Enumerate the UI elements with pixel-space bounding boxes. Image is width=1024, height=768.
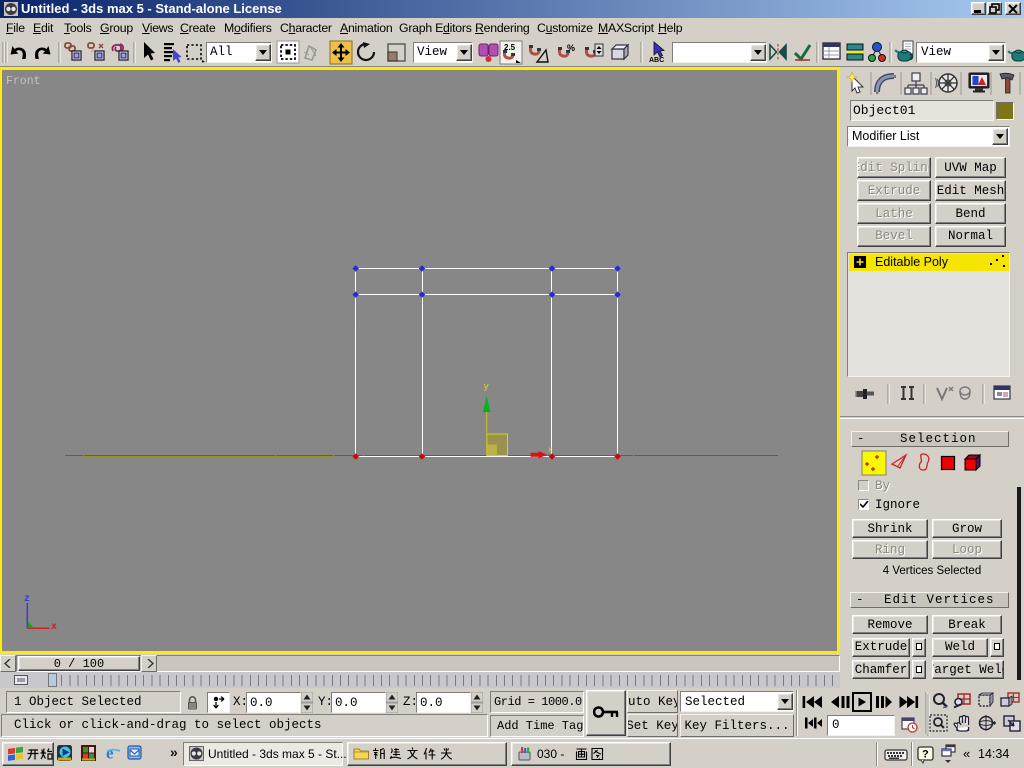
svg-text:x: x [51,622,57,633]
svg-text:y: y [484,382,490,392]
svg-text:z: z [24,594,30,605]
svg-text:%: % [567,43,575,53]
svg-text:?: ? [922,749,929,761]
svg-text:ABC: ABC [649,57,664,64]
svg-text:e: e [106,745,114,763]
